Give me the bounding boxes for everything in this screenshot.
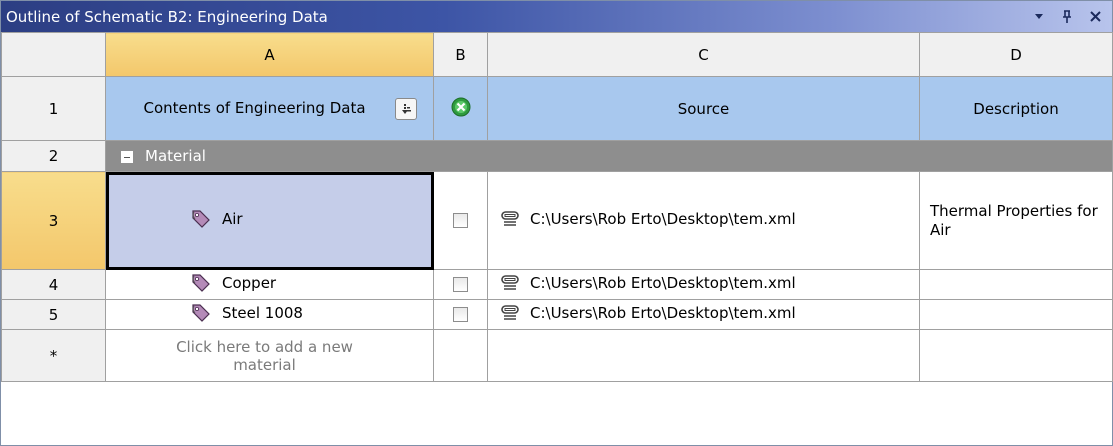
row-number[interactable]: 3: [1, 171, 106, 270]
row-number[interactable]: 2: [1, 140, 106, 172]
material-name: Steel 1008: [222, 303, 303, 322]
material-tag-icon: [192, 209, 210, 228]
link-icon: [501, 304, 519, 320]
sort-button[interactable]: [395, 97, 417, 120]
link-icon: [501, 274, 519, 290]
suppress-header-cell: [433, 76, 488, 141]
collapse-icon[interactable]: [121, 150, 133, 163]
empty-cell: [487, 329, 920, 382]
contents-header-label: Contents of Engineering Data: [143, 99, 366, 117]
new-material-row: * Click here to add a new material: [1, 329, 1113, 382]
close-icon[interactable]: [1086, 8, 1104, 26]
link-icon: [501, 210, 519, 226]
source-cell: C:\Users\Rob Erto\Desktop\tem.xml: [487, 171, 920, 270]
source-cell: C:\Users\Rob Erto\Desktop\tem.xml: [487, 269, 920, 300]
table-row: 5 Steel 1008 C:\Users\Rob Erto\Desktop\t…: [1, 299, 1113, 330]
table-header-row: 1 Contents of Engineering Data Source De…: [1, 76, 1113, 141]
material-tag-icon: [192, 273, 210, 292]
description-cell[interactable]: [919, 269, 1113, 300]
suppress-cell: [433, 299, 488, 330]
description-header-cell: Description: [919, 76, 1113, 141]
empty-cell: [433, 329, 488, 382]
suppress-icon: [451, 97, 470, 116]
suppress-checkbox[interactable]: [453, 307, 468, 322]
column-header-b[interactable]: B: [433, 32, 488, 77]
material-name-cell[interactable]: Air: [105, 171, 434, 270]
material-name: Copper: [222, 273, 277, 292]
table-row: 3 Air C:\Users\Rob Erto\Desktop\tem.xml …: [1, 171, 1113, 270]
column-header-d[interactable]: D: [919, 32, 1113, 77]
column-header-row: A B C D: [1, 32, 1113, 77]
row-number[interactable]: 4: [1, 269, 106, 300]
column-header-c[interactable]: C: [487, 32, 920, 77]
material-name: Air: [222, 209, 243, 228]
row-number[interactable]: 1: [1, 76, 106, 141]
suppress-cell: [433, 171, 488, 270]
contents-header-cell: Contents of Engineering Data: [105, 76, 434, 141]
row-number[interactable]: 5: [1, 299, 106, 330]
source-path: C:\Users\Rob Erto\Desktop\tem.xml: [530, 209, 796, 228]
row-number[interactable]: *: [1, 329, 106, 382]
engineering-data-table: A B C D 1 Contents of Engineering Data S…: [1, 32, 1113, 382]
source-header-cell: Source: [487, 76, 920, 141]
description-cell[interactable]: Thermal Properties for Air: [919, 171, 1113, 270]
suppress-cell: [433, 269, 488, 300]
corner-cell[interactable]: [1, 32, 106, 77]
engineering-data-outline-panel: Outline of Schematic B2: Engineering Dat…: [0, 0, 1113, 446]
sort-icon: [402, 103, 411, 114]
panel-titlebar: Outline of Schematic B2: Engineering Dat…: [1, 1, 1112, 32]
description-cell[interactable]: [919, 299, 1113, 330]
pin-icon[interactable]: [1058, 8, 1076, 26]
material-tag-icon: [192, 303, 210, 322]
source-cell: C:\Users\Rob Erto\Desktop\tem.xml: [487, 299, 920, 330]
empty-cell: [919, 329, 1113, 382]
group-label: Material: [145, 147, 206, 165]
dropdown-icon[interactable]: [1030, 8, 1048, 26]
table-row: 4 Copper C:\Users\Rob Erto\Desktop\tem.x…: [1, 269, 1113, 300]
material-group-cell[interactable]: Material: [105, 140, 1113, 172]
column-header-a[interactable]: A: [105, 32, 434, 77]
group-row-material: 2 Material: [1, 140, 1113, 172]
material-name-cell[interactable]: Steel 1008: [105, 299, 434, 330]
suppress-checkbox[interactable]: [453, 213, 468, 228]
material-name-cell[interactable]: Copper: [105, 269, 434, 300]
source-path: C:\Users\Rob Erto\Desktop\tem.xml: [530, 273, 796, 292]
source-path: C:\Users\Rob Erto\Desktop\tem.xml: [530, 303, 796, 322]
panel-title: Outline of Schematic B2: Engineering Dat…: [6, 7, 328, 26]
suppress-checkbox[interactable]: [453, 277, 468, 292]
add-material-cell[interactable]: Click here to add a new material: [105, 329, 434, 382]
